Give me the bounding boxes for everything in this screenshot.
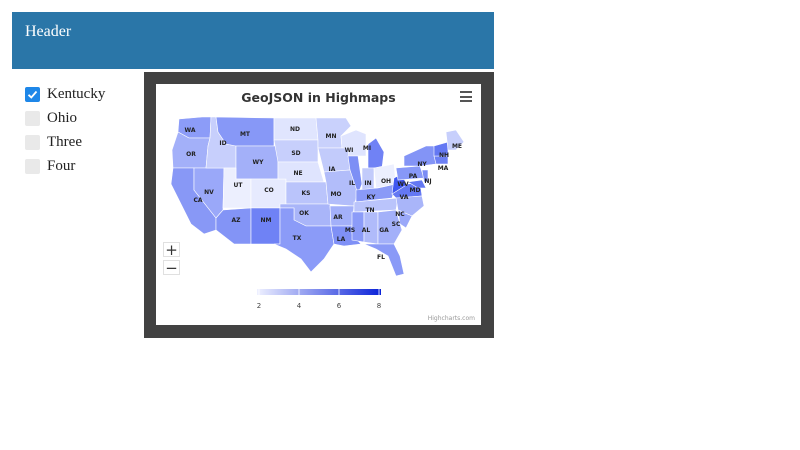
page-header: Header: [12, 12, 494, 69]
state-label-nc: NC: [395, 211, 405, 218]
checkbox-box[interactable]: [25, 158, 40, 174]
legend-tick-label: 2: [257, 302, 261, 310]
state-label-in: IN: [364, 180, 371, 187]
state-label-mo: MO: [330, 191, 341, 198]
zoom-out-button[interactable]: −: [163, 260, 180, 276]
state-label-ga: GA: [379, 227, 389, 234]
state-label-wi: WI: [345, 147, 354, 154]
state-label-mt: MT: [240, 131, 251, 138]
state-label-il: IL: [349, 180, 355, 187]
state-label-md: MD: [410, 187, 421, 194]
state-label-ky: KY: [367, 194, 377, 201]
state-checkbox-list: Kentucky Ohio Three Four: [25, 82, 105, 178]
credits-link[interactable]: Highcharts.com: [428, 315, 475, 322]
state-label-sd: SD: [291, 150, 300, 157]
state-label-ny: NY: [417, 161, 427, 168]
header-title: Header: [25, 23, 72, 40]
state-label-ok: OK: [299, 210, 309, 217]
state-label-ne: NE: [293, 170, 302, 177]
state-label-tn: TN: [365, 207, 374, 214]
state-label-ut: UT: [234, 182, 244, 189]
state-label-wy: WY: [253, 159, 265, 166]
state-label-fl: FL: [377, 254, 385, 261]
checkbox-box-checked[interactable]: [25, 86, 40, 102]
checkbox-ohio[interactable]: Ohio: [25, 106, 105, 130]
legend-tick-label: 8: [377, 302, 381, 310]
state-label-nd: ND: [290, 126, 300, 133]
state-label-ma: MA: [438, 165, 449, 172]
state-label-ca: CA: [193, 197, 202, 204]
state-label-la: LA: [337, 236, 346, 243]
checkmark-icon: [27, 90, 38, 99]
checkbox-four[interactable]: Four: [25, 154, 105, 178]
map-states[interactable]: [170, 116, 465, 277]
checkbox-label: Kentucky: [47, 85, 106, 102]
zoom-in-button[interactable]: +: [163, 242, 180, 258]
state-label-oh: OH: [381, 178, 391, 185]
state-label-id: ID: [219, 140, 226, 147]
state-nm[interactable]: [250, 207, 281, 245]
state-label-tx: TX: [293, 235, 302, 242]
state-az[interactable]: [215, 207, 252, 245]
state-label-mn: MN: [326, 133, 337, 140]
checkbox-box[interactable]: [25, 110, 40, 126]
legend-gradient-bar: [257, 289, 381, 295]
us-map-svg[interactable]: WA OR ID MT ND MN WI MI MENH NY MA SD WY NE IA IL IN OH PA…: [156, 84, 481, 325]
state-label-nh: NH: [439, 152, 449, 159]
color-axis-legend: 2 4 6 8: [257, 289, 381, 310]
state-label-ia: IA: [329, 166, 336, 173]
state-label-ar: AR: [333, 214, 343, 221]
state-label-or: OR: [186, 151, 196, 158]
state-label-az: AZ: [232, 217, 242, 224]
checkbox-label: Ohio: [47, 109, 77, 126]
map-frame: GeoJSON in Highmaps WA OR ID MT ND MN WI…: [144, 72, 494, 338]
state-label-mi: MI: [363, 145, 371, 152]
state-label-me: ME: [452, 143, 462, 150]
state-label-nv: NV: [204, 189, 214, 196]
checkbox-box[interactable]: [25, 134, 40, 150]
checkbox-kentucky[interactable]: Kentucky: [25, 82, 105, 106]
state-label-wa: WA: [185, 127, 196, 134]
state-label-nm: NM: [261, 217, 272, 224]
state-label-al: AL: [362, 227, 371, 234]
state-label-va: VA: [400, 194, 409, 201]
state-label-ms: MS: [345, 227, 355, 234]
state-label-wv: WV: [397, 181, 409, 188]
state-label-co: CO: [264, 187, 274, 194]
state-mi[interactable]: [367, 137, 385, 169]
checkbox-label: Four: [47, 157, 76, 174]
state-label-nj: NJ: [424, 178, 431, 185]
checkbox-three[interactable]: Three: [25, 130, 105, 154]
legend-tick-label: 6: [337, 302, 342, 310]
state-label-sc: SC: [392, 221, 401, 228]
state-label-pa: PA: [409, 173, 418, 180]
checkbox-label: Three: [47, 133, 82, 150]
state-label-ks: KS: [302, 190, 311, 197]
legend-tick-label: 4: [297, 302, 302, 310]
map-chart[interactable]: GeoJSON in Highmaps WA OR ID MT ND MN WI…: [156, 84, 481, 325]
